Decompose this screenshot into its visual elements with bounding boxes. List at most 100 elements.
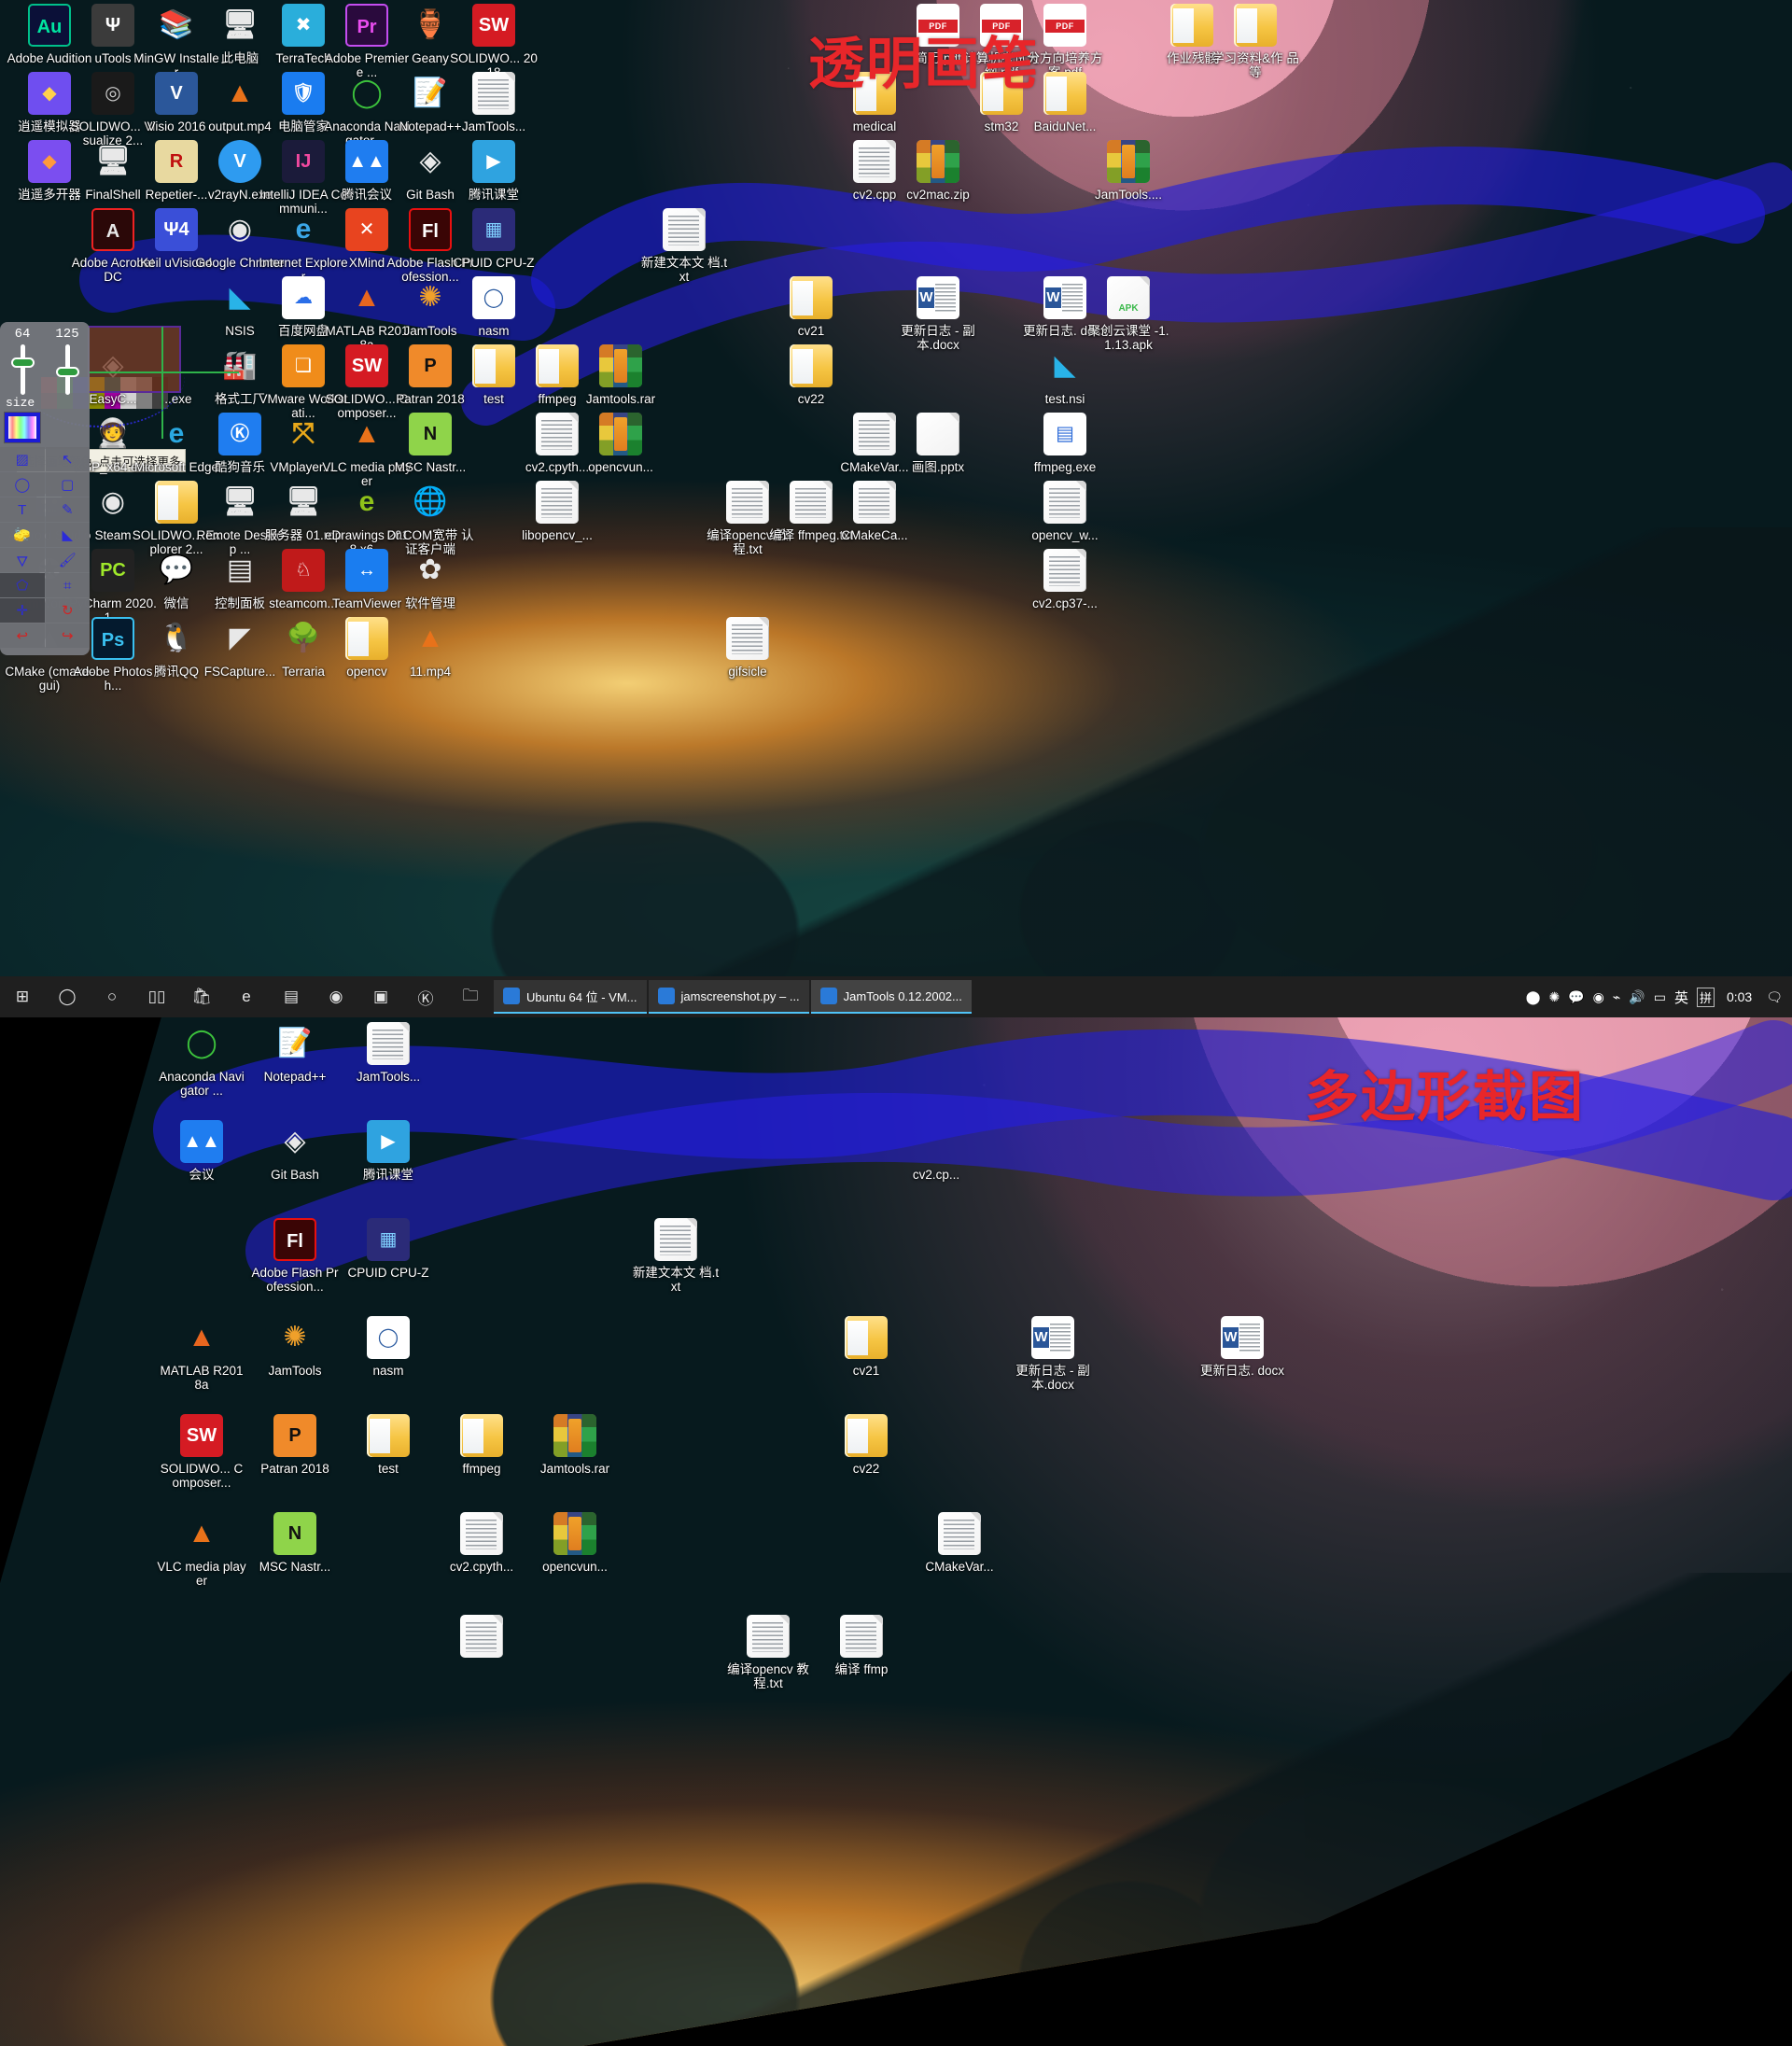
desktop-icon[interactable]: Jamtools.rar bbox=[576, 344, 665, 406]
rectangle-tool[interactable]: ▢ bbox=[45, 472, 90, 497]
polygon-desktop-icon[interactable]: test bbox=[343, 1414, 433, 1476]
desktop-icon[interactable]: APK 聚创云课堂 -1.1.13.apk bbox=[1084, 276, 1173, 352]
polygon-desktop-icon[interactable]: cv2.cp... bbox=[891, 1120, 981, 1182]
polygon-desktop-icon[interactable]: JamTools... bbox=[343, 1022, 433, 1084]
file-explorer-icon[interactable]: 🗀 bbox=[448, 976, 493, 1017]
brush-opacity-track[interactable] bbox=[55, 344, 79, 395]
desktop-icon[interactable]: cv2.cp37-... bbox=[1020, 549, 1110, 610]
polygon-desktop-icon[interactable]: ffmpeg bbox=[437, 1414, 526, 1476]
brush-size-track[interactable] bbox=[10, 344, 35, 395]
polygon-desktop-icon[interactable]: 📝 Notepad++ bbox=[250, 1022, 340, 1084]
idm-tray-icon[interactable]: ⬤ bbox=[1526, 989, 1541, 1005]
polygon-desktop-icon[interactable]: ✺ JamTools bbox=[250, 1316, 340, 1378]
tray-icon-group[interactable]: ⬤ ✺ 💬 ◉ ⌁ 🔊 ▭ bbox=[1526, 989, 1666, 1005]
ellipse-tool[interactable]: ◯ bbox=[0, 472, 45, 497]
ime-mode-indicator[interactable]: 拼 bbox=[1696, 987, 1715, 1007]
system-tray[interactable]: ⬤ ✺ 💬 ◉ ⌁ 🔊 ▭ 英 拼 0:03 🗨 bbox=[1526, 987, 1792, 1007]
volume-icon[interactable]: 🔊 bbox=[1629, 989, 1645, 1005]
desktop-icon[interactable]: cv21 bbox=[766, 276, 856, 338]
desktop-icon[interactable]: ▦ CPUID CPU-Z bbox=[449, 208, 539, 270]
polygon-desktop-icon[interactable]: P Patran 2018 bbox=[250, 1414, 340, 1476]
network-icon[interactable]: ⌁ bbox=[1613, 989, 1620, 1005]
notification-center-icon[interactable]: 🗨 bbox=[1766, 989, 1783, 1005]
brush-size-slider[interactable]: 64 bbox=[4, 328, 41, 395]
battery-icon[interactable]: ▭ bbox=[1654, 989, 1666, 1005]
desktop-icon[interactable]: ✿ 软件管理 bbox=[385, 549, 475, 610]
polygon-desktop-icon[interactable]: opencvun... bbox=[530, 1512, 620, 1574]
wipe-tool[interactable]: ◣ bbox=[45, 523, 90, 547]
polygon-desktop-icon[interactable]: 更新日志 - 副 本.docx bbox=[1008, 1316, 1098, 1392]
tool-grid[interactable]: ▨ ↖ ◯ ▢ T ✎ 🧽 ◣ 🜄 🖌 ⬠ ⌗ ✛ ↻ ↩ ↪ bbox=[0, 447, 90, 648]
pencil-tool[interactable]: ✎ bbox=[45, 497, 90, 522]
desktop-icon[interactable]: ▶ 腾讯课堂 bbox=[449, 140, 539, 202]
polygon-tool[interactable]: ⬠ bbox=[0, 573, 45, 597]
polygon-desktop-icon[interactable]: 编译 ffmp bbox=[817, 1615, 906, 1676]
polygon-desktop-icon[interactable]: 🛡 电脑管家 bbox=[65, 1022, 155, 1084]
wechat-tray-icon[interactable]: 💬 bbox=[1568, 989, 1584, 1005]
desktop-icon[interactable]: ◯ nasm bbox=[449, 276, 539, 338]
desktop-icon[interactable]: 画图.pptx bbox=[893, 413, 983, 474]
start-button[interactable]: ⊞ bbox=[0, 976, 45, 1017]
mesh-transform-tool[interactable]: ⌗ bbox=[45, 573, 90, 597]
desktop-icon[interactable]: cv22 bbox=[766, 344, 856, 406]
crosshair-tool[interactable]: ✛ bbox=[0, 598, 45, 623]
color-wheel-button[interactable] bbox=[4, 412, 41, 443]
brush-tool-palette[interactable]: 64 125 size ▨ ↖ ◯ ▢ T ✎ 🧽 ◣ 🜄 🖌 ⬠ ⌗ ✛ ↻ ↩ ↪ bbox=[0, 322, 90, 655]
windows-taskbar[interactable]: ⊞ ◯ ○ ▯▯ 🛍 e ▤ ◉ ▣ Ⓚ 🗀 Ubuntu 64 位 - VM... jamscre… bbox=[0, 976, 1792, 1017]
kugou-icon[interactable]: Ⓚ bbox=[403, 976, 448, 1017]
polygon-desktop-icon[interactable]: cv22 bbox=[821, 1414, 911, 1476]
taskbar-window-button[interactable]: Ubuntu 64 位 - VM... bbox=[494, 980, 647, 1014]
jamtools-tray-icon[interactable]: ✺ bbox=[1548, 989, 1560, 1005]
desktop-icon[interactable]: ▤ ffmpeg.exe bbox=[1020, 413, 1110, 474]
desktop-icon[interactable]: gifsicle bbox=[703, 617, 792, 679]
microsoft-store-icon[interactable]: 🛍 bbox=[179, 976, 224, 1017]
redo-circle-tool[interactable]: ↻ bbox=[45, 598, 90, 623]
desktop-icon[interactable]: N MSC Nastr... bbox=[385, 413, 475, 474]
taskbar-window-button[interactable]: JamTools 0.12.2002... bbox=[810, 980, 972, 1014]
polygon-desktop-icon[interactable]: ▲ VLC media player bbox=[157, 1512, 246, 1588]
polygon-desktop-icon[interactable]: CMakeVar... bbox=[915, 1512, 1004, 1574]
polygon-desktop-icon[interactable]: SW SOLIDWO... Composer... bbox=[157, 1414, 246, 1490]
desktop-icon[interactable]: 更新日志 - 副 本.docx bbox=[893, 276, 983, 352]
polygon-desktop-icon[interactable]: cv21 bbox=[821, 1316, 911, 1378]
brush-opacity-slider[interactable]: 125 bbox=[49, 328, 86, 395]
clock[interactable]: 0:03 bbox=[1727, 989, 1752, 1004]
ime-language-indicator[interactable]: 英 bbox=[1674, 988, 1688, 1007]
desktop-icon[interactable]: JamTools... bbox=[449, 72, 539, 133]
taskbar-task-list[interactable]: Ubuntu 64 位 - VM... jamscreenshot.py – ..… bbox=[493, 980, 973, 1014]
cortana-icon[interactable]: ○ bbox=[90, 976, 134, 1017]
search-icon[interactable]: ◯ bbox=[45, 976, 90, 1017]
excel-chart-icon[interactable]: ▤ bbox=[269, 976, 314, 1017]
desktop-icon[interactable]: 新建文本文 档.txt bbox=[639, 208, 729, 284]
polygon-desktop-icon[interactable]: ▲▲ 会议 bbox=[157, 1120, 246, 1182]
desktop-icon[interactable]: JamTools.... bbox=[1084, 140, 1173, 202]
desktop-icon[interactable]: cv2mac.zip bbox=[893, 140, 983, 202]
color-picker-tool[interactable]: ▨ bbox=[0, 447, 45, 471]
redo-tool[interactable]: ↪ bbox=[45, 624, 90, 648]
polygon-desktop-icon[interactable]: Jamtools.rar bbox=[530, 1414, 620, 1476]
desktop-icon[interactable]: ◣ test.nsi bbox=[1020, 344, 1110, 406]
polygon-desktop-icon[interactable]: 新建文本文 档.txt bbox=[631, 1218, 721, 1294]
brush-tool[interactable]: 🖌 bbox=[45, 548, 90, 572]
desktop-icon[interactable]: libopencv_... bbox=[512, 481, 602, 542]
polygon-desktop-icon[interactable]: ◈ Git Bash bbox=[250, 1120, 340, 1182]
polygon-desktop-icon[interactable]: ▦ CPUID CPU-Z bbox=[343, 1218, 433, 1280]
terminal-icon[interactable]: ▣ bbox=[358, 976, 403, 1017]
desktop-icon[interactable]: SWSOLIDWO... 2018 bbox=[449, 4, 539, 79]
undo-tool[interactable]: ↩ bbox=[0, 624, 45, 648]
edge-icon[interactable]: e bbox=[224, 976, 269, 1017]
polygon-desktop-icon[interactable] bbox=[437, 1615, 526, 1662]
task-view-icon[interactable]: ▯▯ bbox=[134, 976, 179, 1017]
polygon-desktop-icon[interactable]: Fl Adobe Flash Profession... bbox=[250, 1218, 340, 1294]
polygon-desktop-icon[interactable]: 更新日志. docx bbox=[1197, 1316, 1287, 1378]
polygon-desktop-icon[interactable]: ▶ 腾讯课堂 bbox=[343, 1120, 433, 1182]
desktop-icon[interactable]: ▲ 11.mp4 bbox=[385, 617, 475, 679]
fill-bucket-tool[interactable]: 🜄 bbox=[0, 548, 45, 572]
polygon-desktop-icon[interactable]: ◯ Anaconda Navigator ... bbox=[157, 1022, 246, 1098]
polygon-desktop-icon[interactable]: 编译opencv 教程.txt bbox=[723, 1615, 813, 1690]
desktop-icon[interactable]: opencvun... bbox=[576, 413, 665, 474]
taskbar-quick-launch[interactable]: ◯ ○ ▯▯ 🛍 e ▤ ◉ ▣ Ⓚ 🗀 bbox=[45, 976, 493, 1017]
polygon-desktop-icon[interactable]: ▲ MATLAB R2018a bbox=[157, 1316, 246, 1392]
text-tool[interactable]: T bbox=[0, 497, 45, 522]
desktop-icon[interactable]: 学习资料&作 品等 bbox=[1211, 4, 1300, 79]
